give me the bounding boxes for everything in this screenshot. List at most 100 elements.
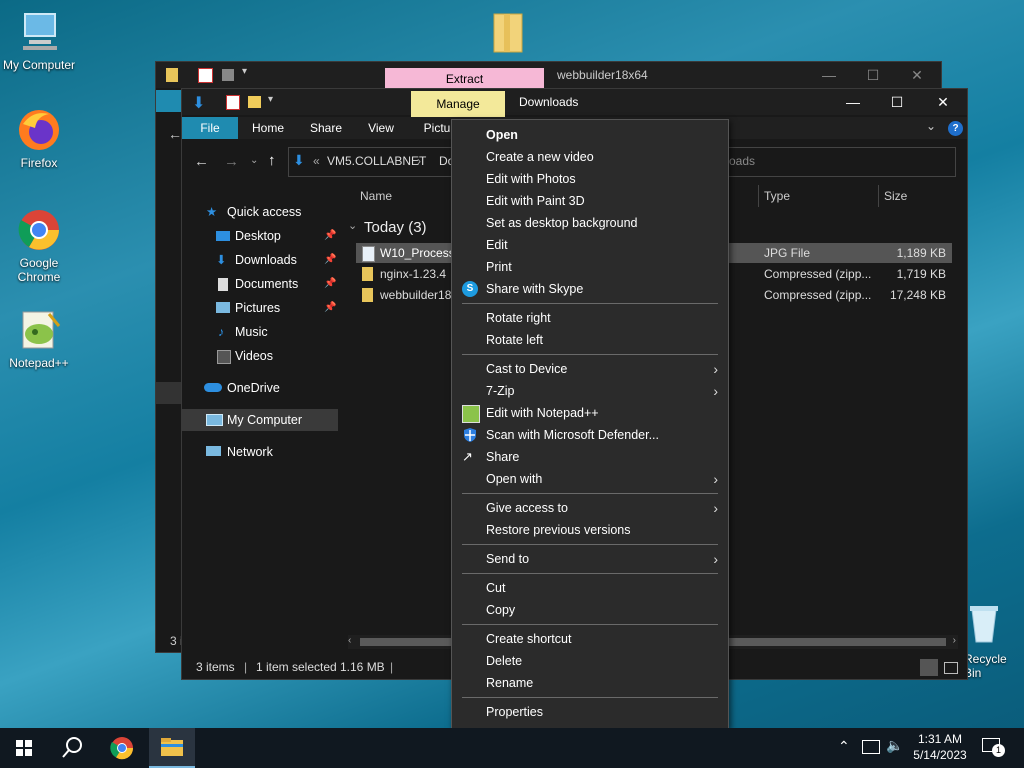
menu-label: Rotate left: [486, 333, 543, 347]
group-header[interactable]: Today (3): [364, 219, 427, 236]
maximize-button[interactable]: ☐: [874, 89, 920, 115]
pin-icon[interactable]: 📌: [324, 273, 336, 295]
nav-quick-access[interactable]: ★ Quick access: [182, 201, 338, 223]
clock[interactable]: 1:31 AM 5/14/2023: [908, 731, 972, 763]
up-arrow-icon[interactable]: ↑: [268, 152, 276, 169]
details-view-icon[interactable]: [920, 659, 938, 676]
column-header-name[interactable]: Name: [360, 189, 392, 203]
breadcrumb-vm5[interactable]: VM5.COLLABNET: [327, 154, 426, 168]
minimize-button[interactable]: —: [806, 62, 852, 88]
taskbar-explorer-button[interactable]: [149, 728, 195, 768]
show-hidden-icons-icon[interactable]: ⌃: [838, 738, 850, 755]
desktop-folder-icon[interactable]: [490, 10, 526, 54]
column-divider[interactable]: [758, 185, 759, 207]
menu-label: Edit with Photos: [486, 172, 576, 186]
nav-downloads[interactable]: ⬇ Downloads 📌: [182, 249, 338, 271]
menu-item-cut[interactable]: Cut: [452, 577, 728, 599]
column-header-size[interactable]: Size: [884, 189, 907, 203]
menu-item-cast-to-device[interactable]: Cast to Device ›: [452, 358, 728, 380]
network-status-icon[interactable]: [862, 740, 880, 754]
back-arrow-icon[interactable]: ←: [194, 153, 209, 170]
tab-extract[interactable]: Extract: [385, 68, 544, 90]
expand-ribbon-icon[interactable]: ⌄: [926, 119, 936, 133]
menu-item-set-background[interactable]: Set as desktop background: [452, 212, 728, 234]
nav-pictures[interactable]: Pictures 📌: [182, 297, 338, 319]
address-bar[interactable]: ⬇ « VM5.COLLABNET › Do: [288, 147, 456, 177]
menu-item-open[interactable]: Open: [452, 124, 728, 146]
pin-icon[interactable]: 📌: [324, 225, 336, 247]
menu-item-print[interactable]: Print: [452, 256, 728, 278]
nav-documents[interactable]: Documents 📌: [182, 273, 338, 295]
menu-item-properties[interactable]: Properties: [452, 701, 728, 723]
menu-item-send-to[interactable]: Send to ›: [452, 548, 728, 570]
file-size: 1,189 KB: [896, 246, 946, 260]
menu-item-rename[interactable]: Rename: [452, 672, 728, 694]
nav-music[interactable]: ♪ Music: [182, 321, 338, 343]
menu-label: Open with: [486, 472, 543, 486]
volume-icon[interactable]: 🔈: [886, 737, 903, 754]
menu-item-edit-paint3d[interactable]: Edit with Paint 3D: [452, 190, 728, 212]
tab-view[interactable]: View: [356, 117, 406, 139]
desktop-icon-firefox[interactable]: Firefox: [1, 106, 77, 170]
chevron-down-icon[interactable]: ▾: [268, 94, 273, 105]
desktop-icon-my-computer[interactable]: My Computer: [1, 8, 77, 72]
menu-item-create-shortcut[interactable]: Create shortcut: [452, 628, 728, 650]
chevron-down-icon[interactable]: ▾: [242, 66, 247, 77]
search-button[interactable]: [50, 728, 94, 768]
menu-item-edit-photos[interactable]: Edit with Photos: [452, 168, 728, 190]
nav-onedrive[interactable]: OneDrive: [182, 377, 338, 399]
pin-icon[interactable]: 📌: [324, 249, 336, 271]
back-ribbon-file-tab[interactable]: [156, 90, 182, 112]
scroll-right-icon[interactable]: ›: [953, 635, 956, 646]
nav-label: Videos: [235, 349, 273, 363]
nav-network[interactable]: Network: [182, 441, 338, 463]
tab-home[interactable]: Home: [242, 117, 294, 139]
help-icon[interactable]: ?: [948, 121, 963, 136]
menu-item-edit-notepadpp[interactable]: Edit with Notepad++: [452, 402, 728, 424]
menu-item-scan-defender[interactable]: Scan with Microsoft Defender...: [452, 424, 728, 446]
search-input[interactable]: oads: [728, 147, 956, 177]
menu-item-share-skype[interactable]: S Share with Skype: [452, 278, 728, 300]
nav-my-computer[interactable]: My Computer: [182, 409, 338, 431]
nav-desktop[interactable]: Desktop 📌: [182, 225, 338, 247]
minimize-button[interactable]: —: [830, 89, 876, 115]
forward-arrow-icon[interactable]: →: [224, 153, 239, 170]
menu-item-rotate-right[interactable]: Rotate right: [452, 307, 728, 329]
pin-icon[interactable]: 📌: [324, 297, 336, 319]
column-header-type[interactable]: Type: [764, 189, 790, 203]
desktop-icon-notepadpp[interactable]: Notepad++: [1, 306, 77, 370]
menu-item-restore-versions[interactable]: Restore previous versions: [452, 519, 728, 541]
menu-item-rotate-left[interactable]: Rotate left: [452, 329, 728, 351]
menu-separator: [462, 303, 718, 304]
nav-label: Network: [227, 445, 273, 459]
menu-item-7zip[interactable]: 7-Zip ›: [452, 380, 728, 402]
maximize-button[interactable]: ☐: [850, 62, 896, 88]
taskbar-chrome-button[interactable]: [100, 728, 144, 768]
menu-item-share[interactable]: ↗ Share: [452, 446, 728, 468]
scroll-left-icon[interactable]: ‹: [348, 635, 351, 646]
nav-videos[interactable]: Videos: [182, 345, 338, 367]
close-button[interactable]: ✕: [920, 89, 966, 115]
titlebar[interactable]: ⬇ ▾ Manage Downloads — ☐ ✕: [182, 89, 967, 117]
menu-item-open-with[interactable]: Open with ›: [452, 468, 728, 490]
menu-item-delete[interactable]: Delete: [452, 650, 728, 672]
recent-locations-icon[interactable]: ⌄: [250, 155, 258, 166]
back-window-titlebar[interactable]: ▾ Extract webbuilder18x64 — ☐ ✕: [156, 62, 941, 90]
back-arrow-icon[interactable]: ←: [168, 126, 182, 142]
large-icons-view-icon[interactable]: [944, 662, 958, 674]
menu-item-give-access[interactable]: Give access to ›: [452, 497, 728, 519]
group-chevron-icon[interactable]: ⌄: [348, 219, 357, 232]
menu-item-copy[interactable]: Copy: [452, 599, 728, 621]
notification-center-button[interactable]: 1: [982, 738, 1005, 757]
close-button[interactable]: ✕: [894, 62, 940, 88]
desktop-icon-chrome[interactable]: Google Chrome: [1, 206, 77, 284]
new-folder-icon: [248, 96, 261, 108]
column-divider[interactable]: [878, 185, 879, 207]
file-name: nginx-1.23.4: [380, 267, 447, 281]
tab-share[interactable]: Share: [300, 117, 352, 139]
start-button[interactable]: [0, 728, 48, 768]
tab-file[interactable]: File: [182, 117, 238, 139]
menu-item-create-video[interactable]: Create a new video: [452, 146, 728, 168]
menu-item-edit[interactable]: Edit: [452, 234, 728, 256]
tab-manage[interactable]: Manage: [411, 91, 505, 117]
